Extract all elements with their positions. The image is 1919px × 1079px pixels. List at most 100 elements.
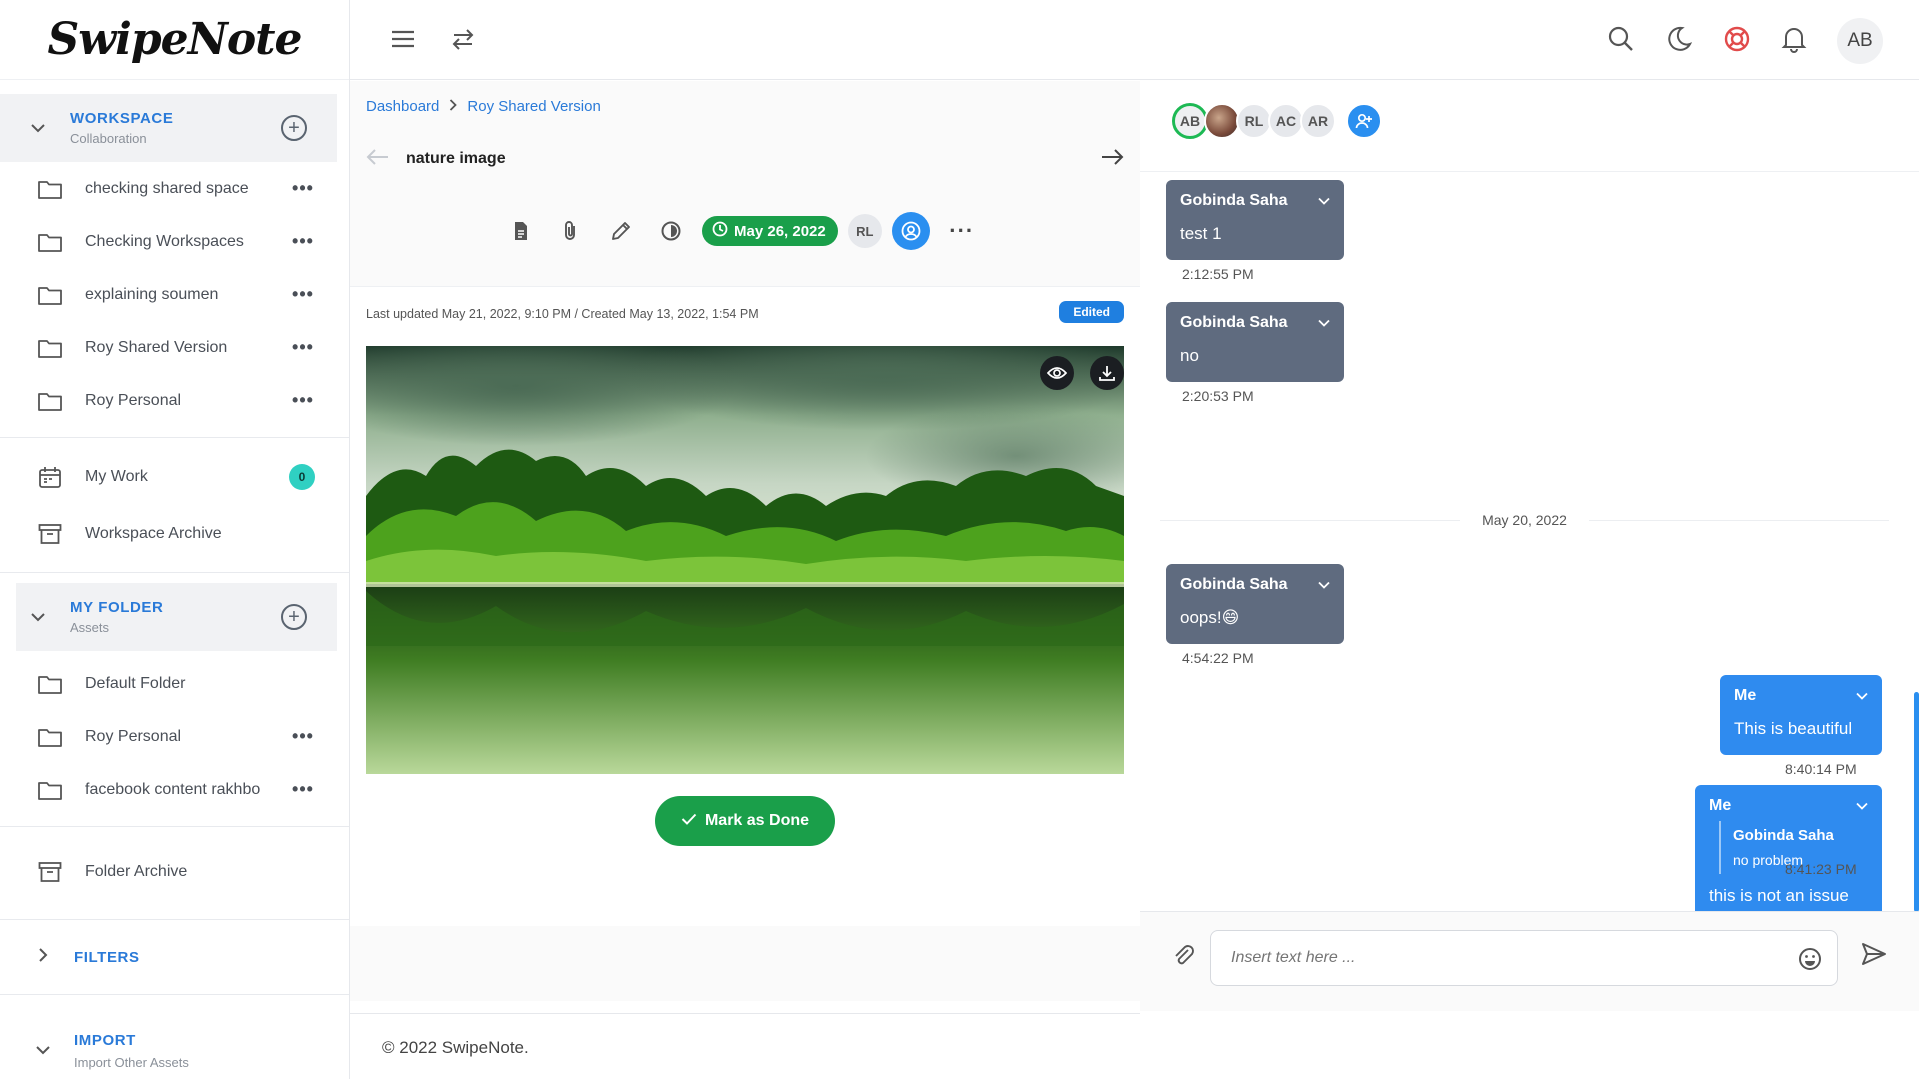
- app-logo[interactable]: SwipeNote: [0, 0, 349, 80]
- workspace-section-header[interactable]: WORKSPACE Collaboration +: [0, 94, 337, 162]
- copyright: © 2022 SwipeNote.: [382, 1038, 529, 1057]
- filters-section-header[interactable]: FILTERS: [0, 919, 349, 995]
- quoted-sender: Gobinda Saha: [1733, 827, 1834, 844]
- sidebar-item-label: Workspace Archive: [85, 524, 222, 542]
- divider: [0, 437, 349, 438]
- message-text: no: [1180, 346, 1199, 365]
- emoji-icon[interactable]: [1797, 946, 1823, 977]
- message-sender: Me: [1709, 797, 1732, 814]
- more-options-icon[interactable]: •••: [285, 178, 321, 199]
- my-folder-subtitle: Assets: [70, 620, 110, 635]
- assignee-avatar[interactable]: RL: [847, 214, 882, 248]
- edit-pencil-icon[interactable]: [596, 211, 646, 251]
- more-options-icon[interactable]: •••: [285, 284, 321, 305]
- progress-icon[interactable]: [646, 211, 696, 251]
- chat-message[interactable]: Gobinda Saha test 1: [1166, 180, 1344, 260]
- divider: [0, 572, 349, 573]
- folder-icon: [37, 337, 63, 359]
- date-separator-label: May 20, 2022: [1482, 512, 1567, 528]
- top-bar: AB: [350, 0, 1919, 80]
- chevron-down-icon[interactable]: [1856, 797, 1868, 815]
- more-options-icon[interactable]: •••: [285, 231, 321, 252]
- check-icon: [681, 812, 697, 830]
- user-avatar[interactable]: AB: [1837, 18, 1883, 64]
- chat-message[interactable]: Gobinda Saha no: [1166, 302, 1344, 382]
- attachment-icon[interactable]: [546, 211, 596, 251]
- sidebar-item-label: Roy Personal: [85, 727, 182, 745]
- add-folder-button[interactable]: +: [281, 604, 307, 630]
- archive-icon: [37, 523, 63, 545]
- add-workspace-button[interactable]: +: [281, 115, 307, 141]
- more-options-icon[interactable]: •••: [285, 726, 321, 747]
- mark-as-done-button[interactable]: Mark as Done: [655, 796, 835, 846]
- chevron-down-icon[interactable]: [28, 607, 48, 627]
- sidebar-item-folder[interactable]: Roy Personal •••: [0, 710, 349, 763]
- more-options-icon[interactable]: •••: [285, 390, 321, 411]
- note-toolbar: May 26, 2022 RL ···: [496, 211, 982, 251]
- sidebar-item-workspace[interactable]: Roy Personal •••: [0, 374, 349, 427]
- message-sender: Me: [1734, 687, 1757, 704]
- chevron-down-icon[interactable]: [36, 1042, 50, 1060]
- member-avatar[interactable]: AC: [1268, 103, 1304, 139]
- send-icon[interactable]: [1860, 940, 1888, 973]
- chevron-down-icon[interactable]: [1318, 314, 1330, 332]
- sidebar-item-my-work[interactable]: My Work 0: [0, 448, 349, 505]
- view-eye-icon[interactable]: [1040, 356, 1074, 390]
- search-icon[interactable]: [1607, 25, 1635, 58]
- my-folder-section-header[interactable]: MY FOLDER Assets +: [16, 583, 337, 651]
- chat-scrollbar[interactable]: [1914, 692, 1919, 912]
- more-options-icon[interactable]: ···: [942, 218, 982, 244]
- more-options-icon[interactable]: •••: [285, 337, 321, 358]
- due-date-button[interactable]: May 26, 2022: [702, 216, 838, 246]
- download-icon[interactable]: [1090, 356, 1124, 390]
- dark-mode-icon[interactable]: [1665, 25, 1693, 58]
- switch-arrows-icon[interactable]: [450, 24, 476, 59]
- menu-icon[interactable]: [390, 24, 416, 59]
- sidebar-item-workspace[interactable]: Roy Shared Version •••: [0, 321, 349, 374]
- member-avatar[interactable]: AB: [1172, 103, 1208, 139]
- add-member-button[interactable]: [1346, 103, 1382, 139]
- message-input[interactable]: [1211, 931, 1837, 985]
- chevron-down-icon[interactable]: [1318, 192, 1330, 210]
- import-section-header[interactable]: IMPORT Import Other Assets: [0, 1011, 349, 1079]
- member-avatars: AB RL AC AR: [1172, 103, 1382, 139]
- folder-icon: [37, 390, 63, 412]
- workspace-title: WORKSPACE: [70, 110, 174, 127]
- sidebar-item-folder-archive[interactable]: Folder Archive: [0, 837, 349, 907]
- workspace-subtitle: Collaboration: [70, 131, 147, 146]
- notification-bell-icon[interactable]: [1781, 25, 1807, 58]
- sidebar-item-label: explaining soumen: [85, 285, 219, 303]
- chat-message-own[interactable]: Me This is beautiful: [1720, 675, 1882, 755]
- nature-image[interactable]: [366, 346, 1124, 774]
- sidebar-item-workspace[interactable]: checking shared space •••: [0, 162, 349, 215]
- calendar-icon: [37, 466, 63, 488]
- chevron-right-icon[interactable]: [38, 947, 48, 967]
- sidebar-item-workspace[interactable]: Checking Workspaces •••: [0, 215, 349, 268]
- sidebar-item-label: checking shared space: [85, 179, 249, 197]
- chat-message[interactable]: Gobinda Saha oops!😄: [1166, 564, 1344, 644]
- due-date-label: May 26, 2022: [734, 222, 826, 240]
- folder-icon: [37, 779, 63, 801]
- note-content: Last updated May 21, 2022, 9:10 PM / Cre…: [350, 286, 1140, 926]
- sidebar-item-folder[interactable]: facebook content rakhbo •••: [0, 763, 349, 816]
- sidebar-item-folder[interactable]: Default Folder: [0, 657, 349, 710]
- import-subtitle: Import Other Assets: [74, 1055, 189, 1070]
- member-avatar[interactable]: RL: [1236, 103, 1272, 139]
- chevron-down-icon[interactable]: [28, 118, 48, 138]
- sidebar-item-workspace-archive[interactable]: Workspace Archive: [0, 505, 349, 562]
- document-icon[interactable]: [496, 211, 546, 251]
- help-lifebuoy-icon[interactable]: [1723, 25, 1751, 58]
- breadcrumb-current[interactable]: Roy Shared Version: [467, 98, 600, 115]
- user-assign-button[interactable]: [891, 212, 930, 250]
- mark-as-done-label: Mark as Done: [704, 812, 810, 829]
- breadcrumb-dashboard[interactable]: Dashboard: [366, 98, 439, 115]
- more-options-icon[interactable]: •••: [285, 779, 321, 800]
- member-avatar[interactable]: AR: [1300, 103, 1336, 139]
- chevron-down-icon[interactable]: [1318, 576, 1330, 594]
- sidebar-item-workspace[interactable]: explaining soumen •••: [0, 268, 349, 321]
- arrow-right-icon[interactable]: [1100, 146, 1124, 172]
- chevron-down-icon[interactable]: [1856, 687, 1868, 705]
- attachment-icon[interactable]: [1172, 942, 1196, 973]
- member-photo-avatar[interactable]: [1204, 103, 1240, 139]
- arrow-left-icon[interactable]: [366, 146, 406, 172]
